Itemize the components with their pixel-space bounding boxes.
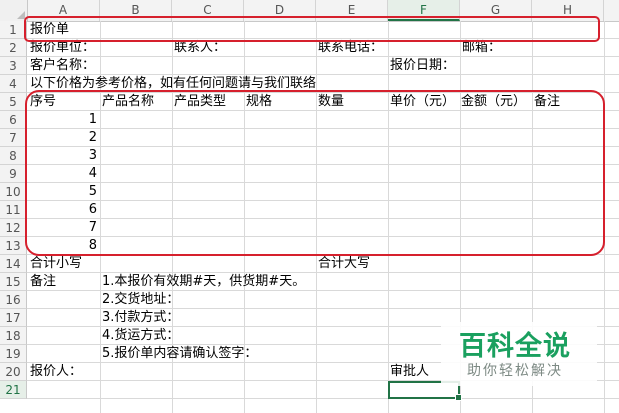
cell-a3-customer[interactable]: 客户名称： [30, 57, 95, 75]
spreadsheet: A B C D E F G H 1 2 3 4 5 6 7 8 9 10 11 … [0, 0, 619, 413]
row-header-19[interactable]: 19 [0, 345, 27, 363]
row-header-13[interactable]: 13 [0, 237, 27, 255]
row-header-10[interactable]: 10 [0, 183, 27, 201]
row-header-2[interactable]: 2 [0, 39, 27, 57]
note-line[interactable]: 4.货运方式： [102, 327, 179, 345]
row-header-11[interactable]: 11 [0, 201, 27, 219]
row-header-5[interactable]: 5 [0, 93, 27, 111]
row-header-15[interactable]: 15 [0, 273, 27, 291]
row-header-9[interactable]: 9 [0, 165, 27, 183]
row-header-17[interactable]: 17 [0, 309, 27, 327]
row-header-18[interactable]: 18 [0, 327, 27, 345]
row-header-6[interactable]: 6 [0, 111, 27, 129]
cell-a20-quoter[interactable]: 报价人： [30, 363, 82, 381]
cell-a14-subtotal-lower[interactable]: 合计小写 [30, 255, 82, 273]
row-header-7[interactable]: 7 [0, 129, 27, 147]
row-header-20[interactable]: 20 [0, 363, 27, 381]
note-line[interactable]: 5.报价单内容请确认签字： [102, 345, 257, 363]
note-line[interactable]: 1.本报价有效期#天，供货期#天。 [102, 273, 305, 291]
row-header-1[interactable]: 1 [0, 21, 27, 39]
watermark-subtitle: 助你轻松解决 [467, 363, 563, 379]
note-line[interactable]: 3.付款方式： [102, 309, 179, 327]
cell-f3-quote-date[interactable]: 报价日期： [390, 57, 455, 75]
watermark-logo: 百科全说 助你轻松解决 [441, 322, 597, 386]
watermark-title: 百科全说 [459, 331, 571, 362]
gridline [27, 398, 619, 399]
cell-a15-remarks[interactable]: 备注 [30, 273, 56, 291]
title-annotation-box [24, 16, 600, 42]
row-header-12[interactable]: 12 [0, 219, 27, 237]
row-header-21[interactable]: 21 [0, 381, 27, 399]
row-header-14[interactable]: 14 [0, 255, 27, 273]
row-header-16[interactable]: 16 [0, 291, 27, 309]
row-header-4[interactable]: 4 [0, 75, 27, 93]
note-line[interactable]: 2.交货地址： [102, 291, 179, 309]
cell-f20-approver[interactable]: 审批人 [390, 363, 429, 381]
row-header-8[interactable]: 8 [0, 147, 27, 165]
row-header-3[interactable]: 3 [0, 57, 27, 75]
table-annotation-box [25, 90, 605, 256]
cell-e14-subtotal-upper[interactable]: 合计大写 [318, 255, 370, 273]
